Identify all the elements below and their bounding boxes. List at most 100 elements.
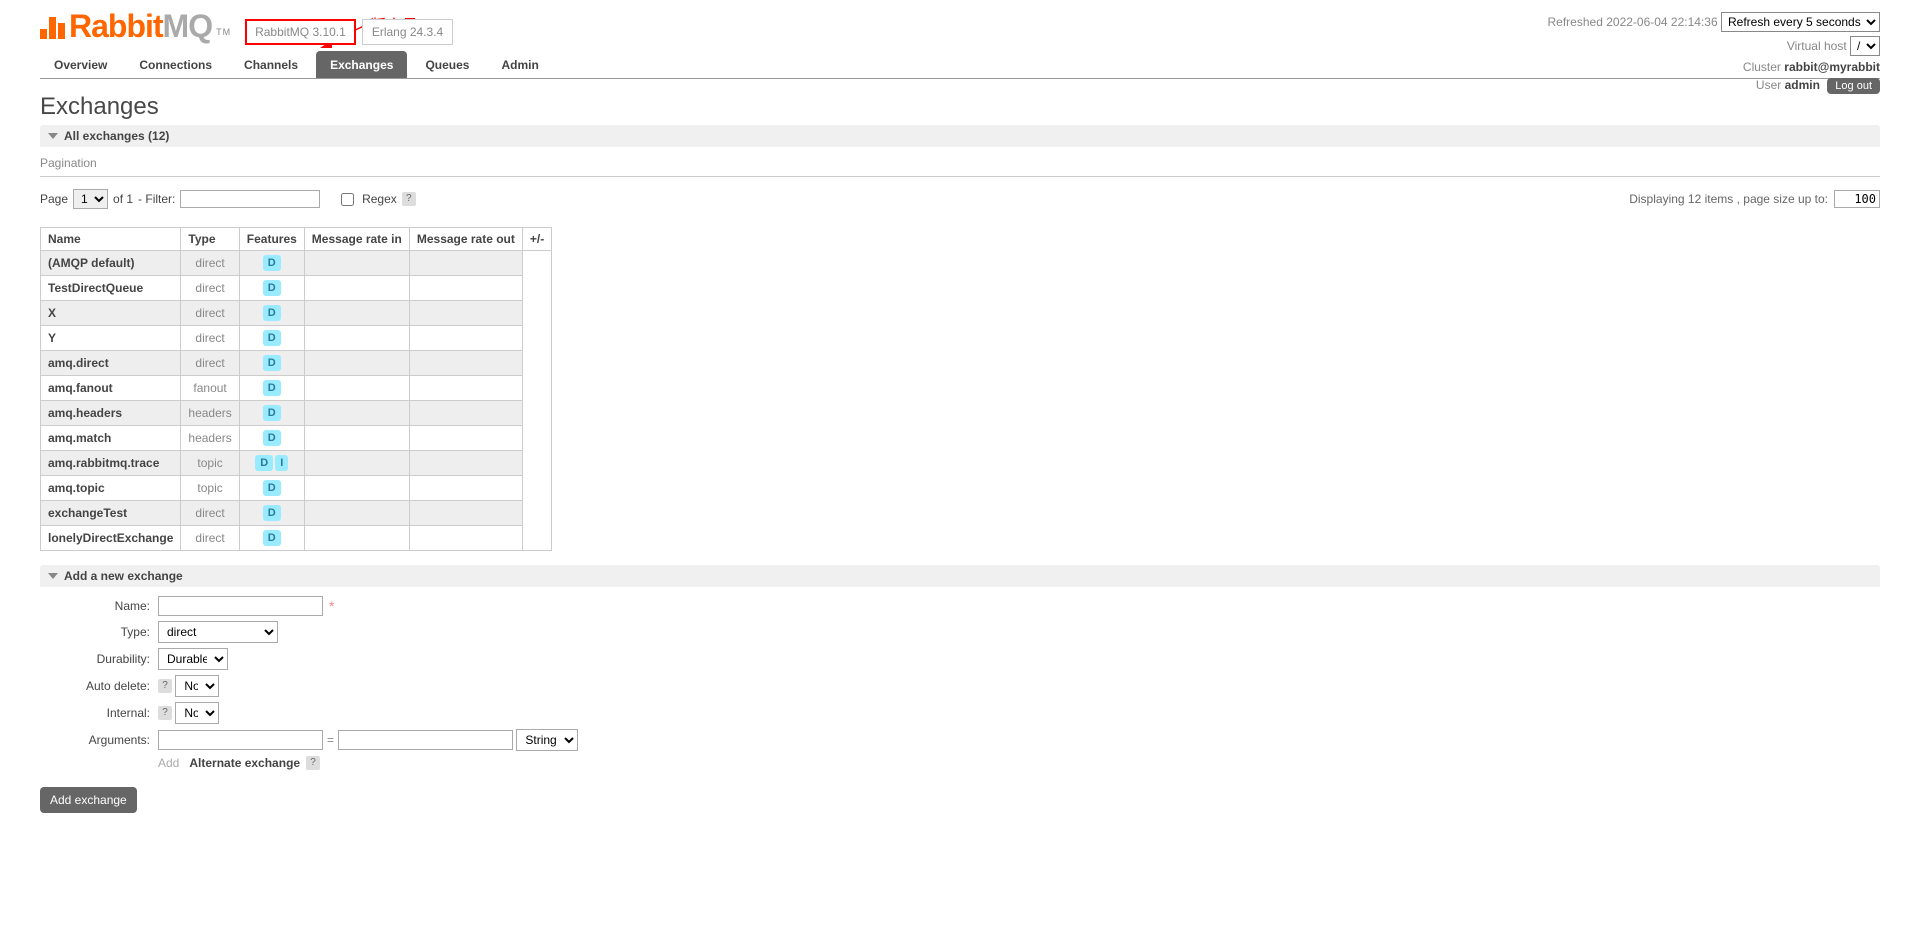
rate-out-cell (409, 351, 522, 376)
tab-exchanges[interactable]: Exchanges (316, 51, 407, 78)
exchange-features-cell: D (239, 426, 304, 451)
table-row: amq.fanoutfanoutD (41, 376, 552, 401)
vhost-select[interactable]: / (1850, 36, 1880, 56)
col-name[interactable]: Name (41, 228, 181, 251)
logo-tm: TM (216, 27, 231, 37)
logout-button[interactable]: Log out (1827, 78, 1880, 94)
col-features[interactable]: Features (239, 228, 304, 251)
feature-badge: D (263, 480, 281, 496)
feature-badge: D (263, 355, 281, 371)
pagination-label: Pagination (40, 156, 1880, 170)
rate-out-cell (409, 301, 522, 326)
exchange-name-cell[interactable]: lonelyDirectExchange (41, 526, 181, 551)
displaying-label: Displaying 12 items , page size up to: (1629, 192, 1828, 206)
exchange-type-cell: topic (181, 476, 239, 501)
col-plus-minus[interactable]: +/- (522, 228, 551, 251)
exchange-name-cell[interactable]: (AMQP default) (41, 251, 181, 276)
table-row: amq.rabbitmq.tracetopicDI (41, 451, 552, 476)
feature-badge: D (263, 430, 281, 446)
exchange-name-cell[interactable]: amq.headers (41, 401, 181, 426)
form-autodelete-select[interactable]: No (175, 675, 219, 697)
exchange-type-cell: direct (181, 276, 239, 301)
tab-connections[interactable]: Connections (125, 51, 226, 78)
exchange-name-cell[interactable]: amq.rabbitmq.trace (41, 451, 181, 476)
exchange-features-cell: D (239, 401, 304, 426)
section-all-exchanges[interactable]: All exchanges (12) (40, 125, 1880, 148)
exchange-name-cell[interactable]: exchangeTest (41, 501, 181, 526)
rate-out-cell (409, 251, 522, 276)
rabbitmq-logo: RabbitMQ TM (40, 8, 231, 45)
user-label: User (1756, 78, 1781, 92)
form-argument-value-input[interactable] (338, 730, 513, 750)
exchange-type-cell: direct (181, 301, 239, 326)
rate-out-cell (409, 476, 522, 501)
erlang-version-badge: Erlang 24.3.4 (362, 19, 453, 45)
section-add-exchange[interactable]: Add a new exchange (40, 565, 1880, 588)
feature-badge: D (263, 305, 281, 321)
tab-admin[interactable]: Admin (487, 51, 552, 78)
exchange-name-cell[interactable]: Y (41, 326, 181, 351)
tab-queues[interactable]: Queues (411, 51, 483, 78)
form-autodelete-help-icon[interactable]: ? (158, 679, 172, 693)
refresh-interval-select[interactable]: Refresh every 5 seconds (1721, 12, 1880, 32)
rate-out-cell (409, 501, 522, 526)
form-internal-label: Internal: (40, 706, 158, 720)
add-exchange-button[interactable]: Add exchange (40, 787, 137, 813)
feature-badge: D (263, 280, 281, 296)
rate-out-cell (409, 326, 522, 351)
exchange-type-cell: direct (181, 501, 239, 526)
exchange-name-cell[interactable]: amq.direct (41, 351, 181, 376)
form-alternate-exchange-help-icon[interactable]: ? (306, 756, 320, 770)
filter-input[interactable] (180, 190, 320, 208)
feature-badge: I (275, 455, 288, 471)
rate-out-cell (409, 276, 522, 301)
form-internal-select[interactable]: No (175, 702, 219, 724)
exchange-type-cell: headers (181, 401, 239, 426)
feature-badge: D (263, 530, 281, 546)
exchange-type-cell: direct (181, 351, 239, 376)
rate-in-cell (304, 526, 409, 551)
col-rate-out[interactable]: Message rate out (409, 228, 522, 251)
exchange-name-cell[interactable]: X (41, 301, 181, 326)
pagination-separator (40, 176, 1880, 177)
logo-text-rabbit: Rabbit (69, 8, 163, 45)
col-rate-in[interactable]: Message rate in (304, 228, 409, 251)
table-row: amq.matchheadersD (41, 426, 552, 451)
form-durability-select[interactable]: Durable (158, 648, 228, 670)
exchange-name-cell[interactable]: amq.topic (41, 476, 181, 501)
feature-badge: D (263, 330, 281, 346)
user-value: admin (1785, 78, 1820, 92)
tab-overview[interactable]: Overview (40, 51, 121, 78)
filter-label: - Filter: (138, 192, 175, 206)
form-internal-help-icon[interactable]: ? (158, 706, 172, 720)
refreshed-time: 2022-06-04 22:14:36 (1606, 15, 1717, 29)
regex-checkbox[interactable] (341, 193, 354, 206)
exchange-features-cell: D (239, 376, 304, 401)
page-of-label: of 1 (113, 192, 133, 206)
tab-channels[interactable]: Channels (230, 51, 312, 78)
exchange-features-cell: DI (239, 451, 304, 476)
col-type[interactable]: Type (181, 228, 239, 251)
feature-badge: D (263, 405, 281, 421)
form-name-input[interactable] (158, 596, 323, 616)
page-size-input[interactable] (1834, 190, 1880, 208)
page-select[interactable]: 1 (73, 189, 108, 209)
rabbitmq-version-badge: RabbitMQ 3.10.1 (245, 19, 356, 45)
form-add-hint: Add (158, 756, 179, 770)
exchange-features-cell: D (239, 501, 304, 526)
form-argument-type-select[interactable]: String (516, 729, 578, 751)
table-row: exchangeTestdirectD (41, 501, 552, 526)
form-type-select[interactable]: direct (158, 621, 278, 643)
rate-out-cell (409, 426, 522, 451)
form-argument-key-input[interactable] (158, 730, 323, 750)
exchange-features-cell: D (239, 251, 304, 276)
exchange-type-cell: topic (181, 451, 239, 476)
form-alternate-exchange-link[interactable]: Alternate exchange (189, 756, 300, 770)
exchange-features-cell: D (239, 351, 304, 376)
exchange-name-cell[interactable]: amq.fanout (41, 376, 181, 401)
form-arguments-label: Arguments: (40, 733, 158, 747)
regex-help-icon[interactable]: ? (402, 192, 416, 206)
exchange-name-cell[interactable]: TestDirectQueue (41, 276, 181, 301)
table-row: amq.directdirect D (41, 351, 552, 376)
exchange-name-cell[interactable]: amq.match (41, 426, 181, 451)
